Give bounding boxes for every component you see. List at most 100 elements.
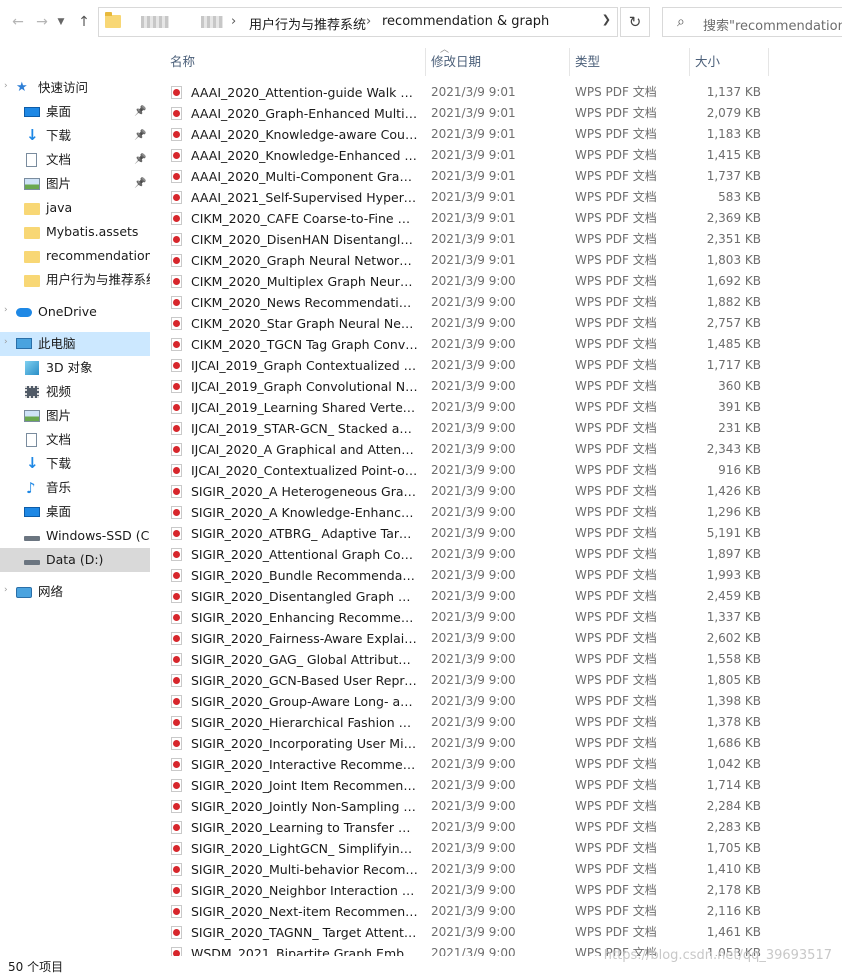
pin-icon[interactable]: 📌 [134, 100, 146, 124]
sidebar-item[interactable]: 此电脑 [0, 332, 150, 356]
sidebar-item[interactable]: 视频 [0, 380, 150, 404]
sidebar-item[interactable]: ★ 快速访问 [0, 76, 150, 100]
file-row[interactable]: CIKM_2020_TGCN Tag Graph Convolutional N… [150, 334, 842, 355]
file-date: 2021/3/9 9:00 [431, 673, 516, 687]
sidebar-item[interactable]: 桌面 📌 [0, 100, 150, 124]
file-row[interactable]: IJCAI_2019_Graph Contextualized Self-Att… [150, 355, 842, 376]
file-row[interactable]: SIGIR_2020_ATBRG_ Adaptive Target-Behavi… [150, 523, 842, 544]
file-date: 2021/3/9 9:01 [431, 106, 516, 120]
up-button[interactable]: ↑ [74, 10, 94, 34]
expand-chevron-icon[interactable]: › [4, 305, 8, 315]
file-row[interactable]: SIGIR_2020_Group-Aware Long- and Short-T… [150, 691, 842, 712]
file-size: 1,398 KB [706, 694, 761, 708]
file-name: SIGIR_2020_Joint Item Recommendation.pdf [191, 778, 418, 793]
sidebar-item[interactable]: 用户行为与推荐系统 [0, 268, 150, 292]
chevron-down-icon[interactable]: ❯ [602, 13, 611, 26]
sidebar-item[interactable]: ↓ 下载 [0, 452, 150, 476]
file-row[interactable]: SIGIR_2020_A Knowledge-Enhanced Recommen… [150, 502, 842, 523]
column-header-size[interactable]: 大小 [689, 48, 769, 76]
file-row[interactable]: SIGIR_2020_TAGNN_ Target Attentive Graph… [150, 922, 842, 943]
expand-chevron-icon[interactable]: › [4, 81, 8, 91]
file-row[interactable]: SIGIR_2020_Bundle Recommendation with Gr… [150, 565, 842, 586]
file-row[interactable]: SIGIR_2020_Hierarchical Fashion Graph Ne… [150, 712, 842, 733]
file-row[interactable]: SIGIR_2020_Disentangled Graph Collaborat… [150, 586, 842, 607]
file-row[interactable]: SIGIR_2020_Learning to Transfer Graph.pd… [150, 817, 842, 838]
file-row[interactable]: SIGIR_2020_Multi-behavior Recommendation… [150, 859, 842, 880]
file-row[interactable]: SIGIR_2020_Jointly Non-Sampling Learning… [150, 796, 842, 817]
breadcrumb-item[interactable]: recommendation & graph [382, 14, 549, 29]
file-row[interactable]: SIGIR_2020_Next-item Recommendation.pdf 2… [150, 901, 842, 922]
pdf-file-icon [171, 296, 182, 309]
file-row[interactable]: CIKM_2020_News Recommendation with Topic… [150, 292, 842, 313]
file-row[interactable]: AAAI_2020_Knowledge-aware Coupled Graph … [150, 124, 842, 145]
address-bar[interactable]: › 用户行为与推荐系统 › recommendation & graph ❯ [98, 7, 618, 37]
file-row[interactable]: SIGIR_2020_Joint Item Recommendation.pdf… [150, 775, 842, 796]
file-row[interactable]: CIKM_2020_Graph Neural Network for Tag R… [150, 250, 842, 271]
file-row[interactable]: IJCAI_2020_A Graphical and Attentional F… [150, 439, 842, 460]
file-row[interactable]: SIGIR_2020_GAG_ Global Attributed Graph.… [150, 649, 842, 670]
file-row[interactable]: IJCAI_2020_Contextualized Point-of-Inter… [150, 460, 842, 481]
sidebar-item[interactable]: ↓ 下载 📌 [0, 124, 150, 148]
sidebar-item[interactable]: 3D 对象 [0, 356, 150, 380]
file-row[interactable]: AAAI_2020_Attention-guide Walk Model in … [150, 82, 842, 103]
sidebar-item[interactable]: ♪ 音乐 [0, 476, 150, 500]
file-date: 2021/3/9 9:00 [431, 925, 516, 939]
watermark: https://blog.csdn.net/qq_39693517 [603, 948, 832, 963]
file-row[interactable]: SIGIR_2020_Enhancing Recommendation with… [150, 607, 842, 628]
pdf-file-icon [171, 128, 182, 141]
sidebar-item[interactable]: 文档 [0, 428, 150, 452]
column-header-date[interactable]: 修改日期 [425, 48, 570, 76]
file-row[interactable]: AAAI_2020_Knowledge-Enhanced Hierarchica… [150, 145, 842, 166]
file-row[interactable]: SIGIR_2020_A Heterogeneous Graph with Fa… [150, 481, 842, 502]
sidebar-item[interactable]: 桌面 [0, 500, 150, 524]
sidebar-item[interactable]: 图片 📌 [0, 172, 150, 196]
file-row[interactable]: CIKM_2020_Star Graph Neural Networks.pdf… [150, 313, 842, 334]
expand-chevron-icon[interactable]: › [4, 585, 8, 595]
file-row[interactable]: SIGIR_2020_Neighbor Interaction Aware Gr… [150, 880, 842, 901]
refresh-button[interactable]: ↻ [620, 7, 650, 37]
file-row[interactable]: SIGIR_2020_Interactive Recommender Syste… [150, 754, 842, 775]
column-header-type[interactable]: 类型 [569, 48, 690, 76]
pin-icon[interactable]: 📌 [134, 148, 146, 172]
sidebar-item[interactable]: 网络 [0, 580, 150, 604]
file-row[interactable]: CIKM_2020_DisenHAN Disentangled Heteroge… [150, 229, 842, 250]
file-row[interactable]: SIGIR_2020_Fairness-Aware Explainable.pd… [150, 628, 842, 649]
file-row[interactable]: SIGIR_2020_GCN-Based User Representation… [150, 670, 842, 691]
back-button[interactable]: ← [8, 10, 28, 34]
search-box[interactable]: ⌕ 搜索"recommendation & graph" [662, 7, 842, 37]
sidebar-item[interactable]: 文档 📌 [0, 148, 150, 172]
file-row[interactable]: SIGIR_2020_Incorporating User Micro-beha… [150, 733, 842, 754]
file-row[interactable]: AAAI_2021_Self-Supervised Hypergraph Con… [150, 187, 842, 208]
sidebar-item[interactable]: OneDrive [0, 300, 150, 324]
expand-chevron-icon[interactable]: › [4, 337, 8, 347]
forward-button[interactable]: → [32, 10, 52, 34]
sidebar-item[interactable]: Mybatis.assets [0, 220, 150, 244]
sidebar-item[interactable]: java [0, 196, 150, 220]
recent-locations-button[interactable]: ▼ [54, 10, 68, 34]
drive-icon [24, 529, 40, 543]
file-row[interactable]: IJCAI_2019_Graph Convolutional Network.p… [150, 376, 842, 397]
file-date: 2021/3/9 9:00 [431, 463, 516, 477]
file-size: 1,993 KB [706, 568, 761, 582]
file-size: 2,459 KB [706, 589, 761, 603]
folder-icon [24, 249, 40, 263]
file-row[interactable]: AAAI_2020_Graph-Enhanced Multi-Task Lear… [150, 103, 842, 124]
column-header-name[interactable]: 名称 [164, 48, 426, 76]
file-row[interactable]: CIKM_2020_Multiplex Graph Neural Network… [150, 271, 842, 292]
pin-icon[interactable]: 📌 [134, 172, 146, 196]
file-row[interactable]: CIKM_2020_CAFE Coarse-to-Fine Knowledge … [150, 208, 842, 229]
file-row[interactable]: SIGIR_2020_Attentional Graph Convolution… [150, 544, 842, 565]
file-row[interactable]: IJCAI_2019_Learning Shared Vertex Repres… [150, 397, 842, 418]
breadcrumb-item[interactable]: 用户行为与推荐系统 [249, 14, 366, 33]
file-row[interactable]: SIGIR_2020_LightGCN_ Simplifying and Pow… [150, 838, 842, 859]
file-row[interactable]: IJCAI_2019_STAR-GCN_ Stacked and Reconst… [150, 418, 842, 439]
file-size: 1,882 KB [706, 295, 761, 309]
sidebar-item[interactable]: recommendation [0, 244, 150, 268]
sidebar-item[interactable]: Data (D:) [0, 548, 150, 572]
sidebar-item[interactable]: 图片 [0, 404, 150, 428]
search-input[interactable]: 搜索"recommendation & graph" [703, 15, 842, 34]
file-row[interactable]: AAAI_2020_Multi-Component Graph Convolut… [150, 166, 842, 187]
pdf-file-icon [171, 821, 182, 834]
sidebar-item[interactable]: Windows-SSD (C:) [0, 524, 150, 548]
pin-icon[interactable]: 📌 [134, 124, 146, 148]
